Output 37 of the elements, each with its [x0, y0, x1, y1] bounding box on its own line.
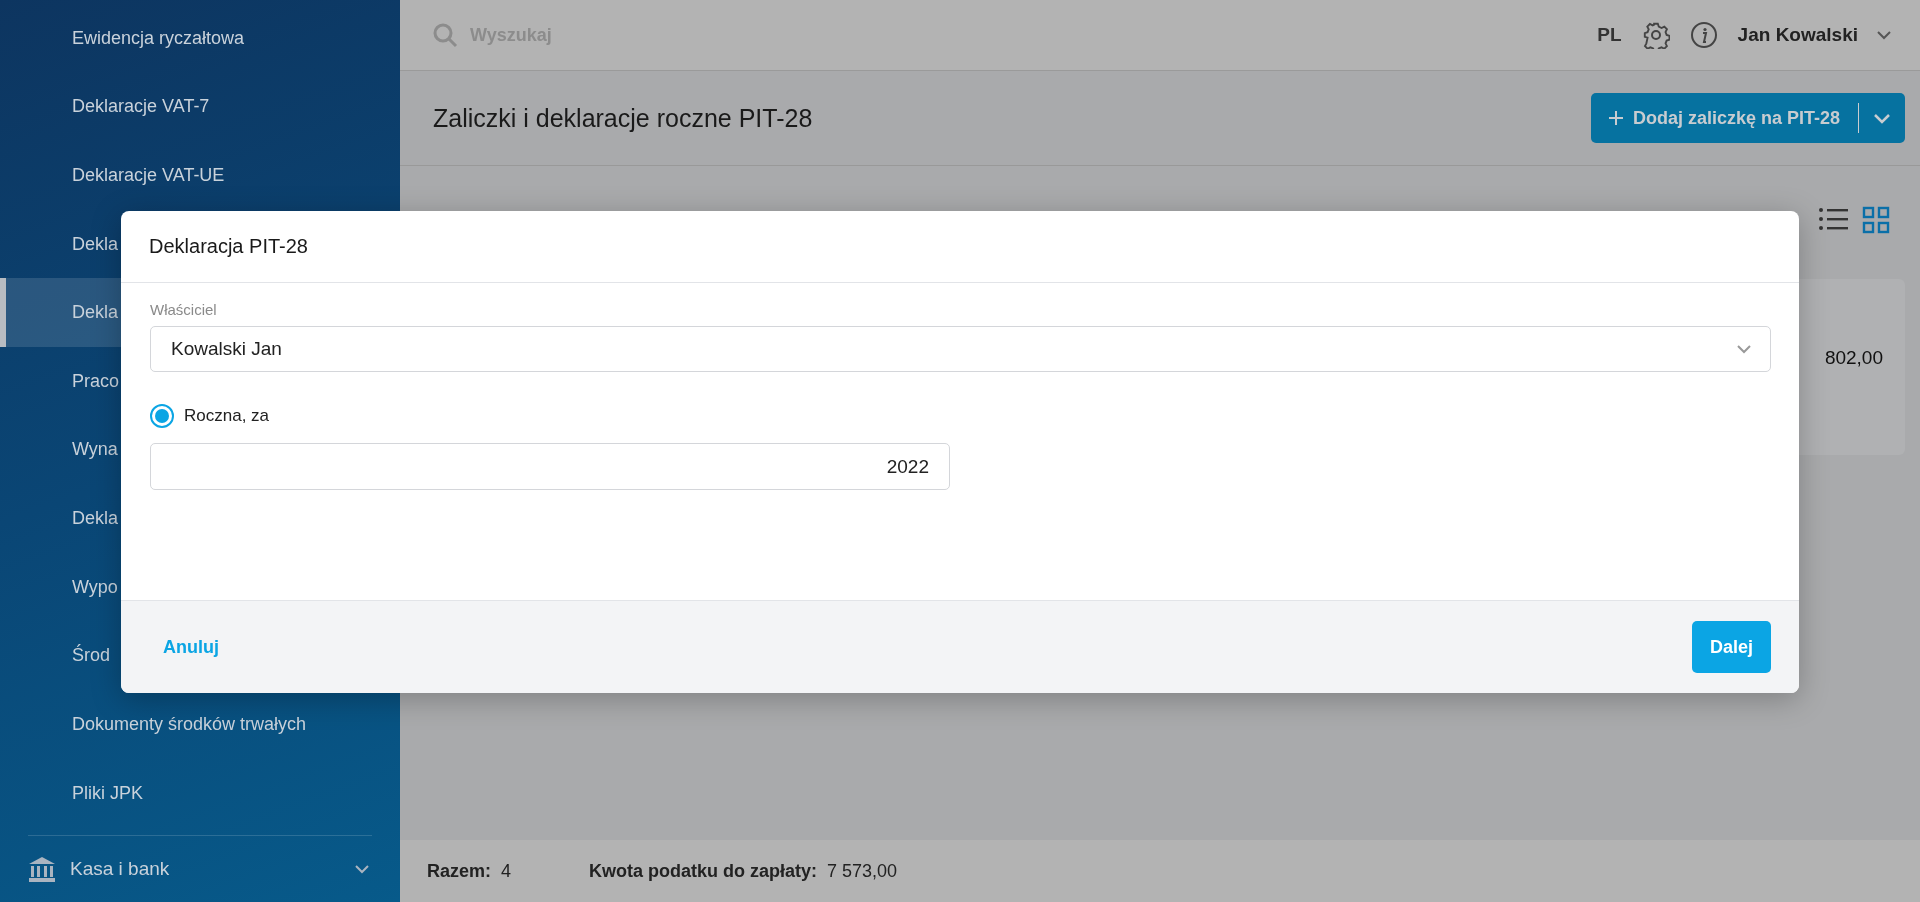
info-icon[interactable]	[1689, 21, 1718, 49]
sidebar-item[interactable]: Dekla	[72, 302, 119, 324]
sidebar-item[interactable]: Wypo	[72, 576, 118, 598]
radio-option[interactable]: Roczna, za	[150, 404, 270, 428]
sidebar-item[interactable]: Pliki JPK	[72, 782, 143, 804]
sidebar-section[interactable]: Kasa i bank	[0, 836, 400, 902]
search-icon	[432, 22, 458, 48]
amount-text: 802,00	[1824, 347, 1883, 370]
tax-label: Kwota podatku do zapłaty:	[589, 860, 818, 882]
chevron-icon[interactable]	[1876, 30, 1892, 40]
dialog-title: Deklaracja PIT-28	[149, 235, 308, 258]
page-title: Zaliczki i deklaracje roczne PIT-28	[433, 103, 813, 133]
sidebar-item[interactable]: Wyna	[72, 439, 118, 461]
sidebar-item[interactable]: Deklaracje VAT-UE	[72, 165, 225, 186]
sidebar-item[interactable]: Dokumenty środków trwałych	[72, 713, 307, 735]
tax-value: 7 573,00	[827, 860, 898, 882]
language-code[interactable]: PL	[1597, 24, 1622, 46]
section-label: Kasa i bank	[70, 858, 171, 881]
add-button[interactable]: Dodaj zaliczkę na PIT-28	[1590, 93, 1905, 143]
total-label: Razem:	[427, 860, 492, 882]
total-value: 4	[501, 860, 512, 882]
user-name[interactable]: Jan Kowalski	[1737, 24, 1858, 46]
bank-icon	[28, 855, 56, 884]
list-icon[interactable]	[1818, 206, 1848, 232]
sidebar-item[interactable]: Dekla	[72, 233, 119, 255]
owner-select[interactable]: Kowalski Jan	[150, 326, 1771, 372]
field-label: Właściciel	[150, 301, 218, 318]
chevron-icon	[1736, 344, 1752, 354]
sidebar-item[interactable]: Praco	[72, 370, 120, 392]
caret-icon	[1873, 112, 1891, 124]
year-field[interactable]: 2022	[150, 443, 950, 490]
plus-icon	[1608, 111, 1623, 125]
sidebar-item[interactable]: Dekla	[72, 508, 119, 530]
sidebar-item[interactable]: Ewidencja ryczałtowa	[72, 27, 245, 49]
settings-icon[interactable]	[1641, 21, 1670, 49]
sidebar-item[interactable]: Deklaracje VAT-7	[72, 96, 210, 118]
sidebar-item[interactable]: Środ	[72, 645, 111, 667]
